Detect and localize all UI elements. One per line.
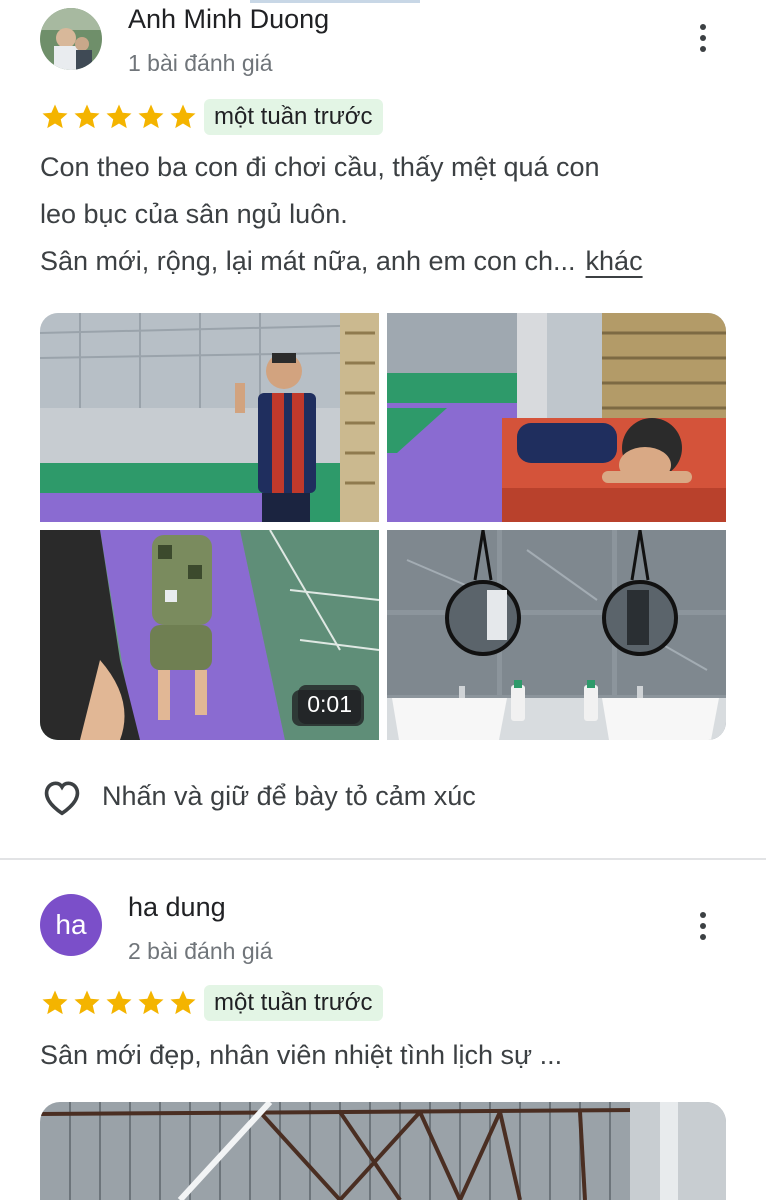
review-text: Sân mới đẹp, nhân viên nhiệt tình lịch s… <box>40 1032 730 1079</box>
review-photo[interactable] <box>387 530 726 740</box>
star-rating <box>40 102 198 132</box>
review-text-line: Con theo ba con đi chơi cầu, thấy mệt qu… <box>40 152 600 182</box>
review-card: ha ha dung 2 bài đánh giá một tuần trước… <box>0 860 766 1200</box>
more-options-button[interactable] <box>690 906 716 946</box>
review-text: Con theo ba con đi chơi cầu, thấy mệt qu… <box>40 144 730 285</box>
more-options-button[interactable] <box>690 18 716 58</box>
review-text-line: Sân mới đẹp, nhân viên nhiệt tình lịch s… <box>40 1040 563 1070</box>
react-label: Nhấn và giữ để bày tỏ cảm xúc <box>102 780 476 811</box>
review-time-badge: một tuần trước <box>204 99 383 135</box>
more-vert-icon <box>700 912 706 918</box>
star-icon <box>106 104 132 129</box>
review-photo[interactable] <box>387 313 726 522</box>
read-more-link[interactable]: khác <box>586 246 643 276</box>
review-time-badge: một tuần trước <box>204 985 383 1021</box>
star-icon <box>42 104 68 129</box>
review-count: 1 bài đánh giá <box>128 50 273 76</box>
reviewer-name[interactable]: ha dung <box>128 892 226 923</box>
review-text-line: leo bục của sân ngủ luôn. <box>40 199 348 229</box>
star-icon <box>74 990 100 1015</box>
star-icon <box>170 990 196 1015</box>
more-vert-icon <box>700 24 706 30</box>
heart-outline-icon <box>44 781 80 816</box>
review-photo[interactable] <box>40 1102 726 1200</box>
star-icon <box>138 104 164 129</box>
review-count: 2 bài đánh giá <box>128 938 273 964</box>
star-icon <box>138 990 164 1015</box>
star-rating <box>40 988 198 1018</box>
star-icon <box>170 104 196 129</box>
star-icon <box>74 104 100 129</box>
react-button[interactable]: Nhấn và giữ để bày tỏ cảm xúc <box>40 776 476 816</box>
avatar[interactable] <box>40 8 102 70</box>
avatar[interactable]: ha <box>40 894 102 956</box>
avatar-initials: ha <box>55 909 87 940</box>
review-photo[interactable] <box>40 313 379 522</box>
review-text-line: Sân mới, rộng, lại mát nữa, anh em con c… <box>40 246 643 276</box>
reviewer-name[interactable]: Anh Minh Duong <box>128 4 329 35</box>
star-icon <box>42 990 68 1015</box>
review-card: Anh Minh Duong 1 bài đánh giá một tuần t… <box>0 0 766 860</box>
star-icon <box>106 990 132 1015</box>
review-video[interactable]: 0:01 <box>40 530 379 740</box>
video-duration: 0:01 <box>298 685 361 724</box>
